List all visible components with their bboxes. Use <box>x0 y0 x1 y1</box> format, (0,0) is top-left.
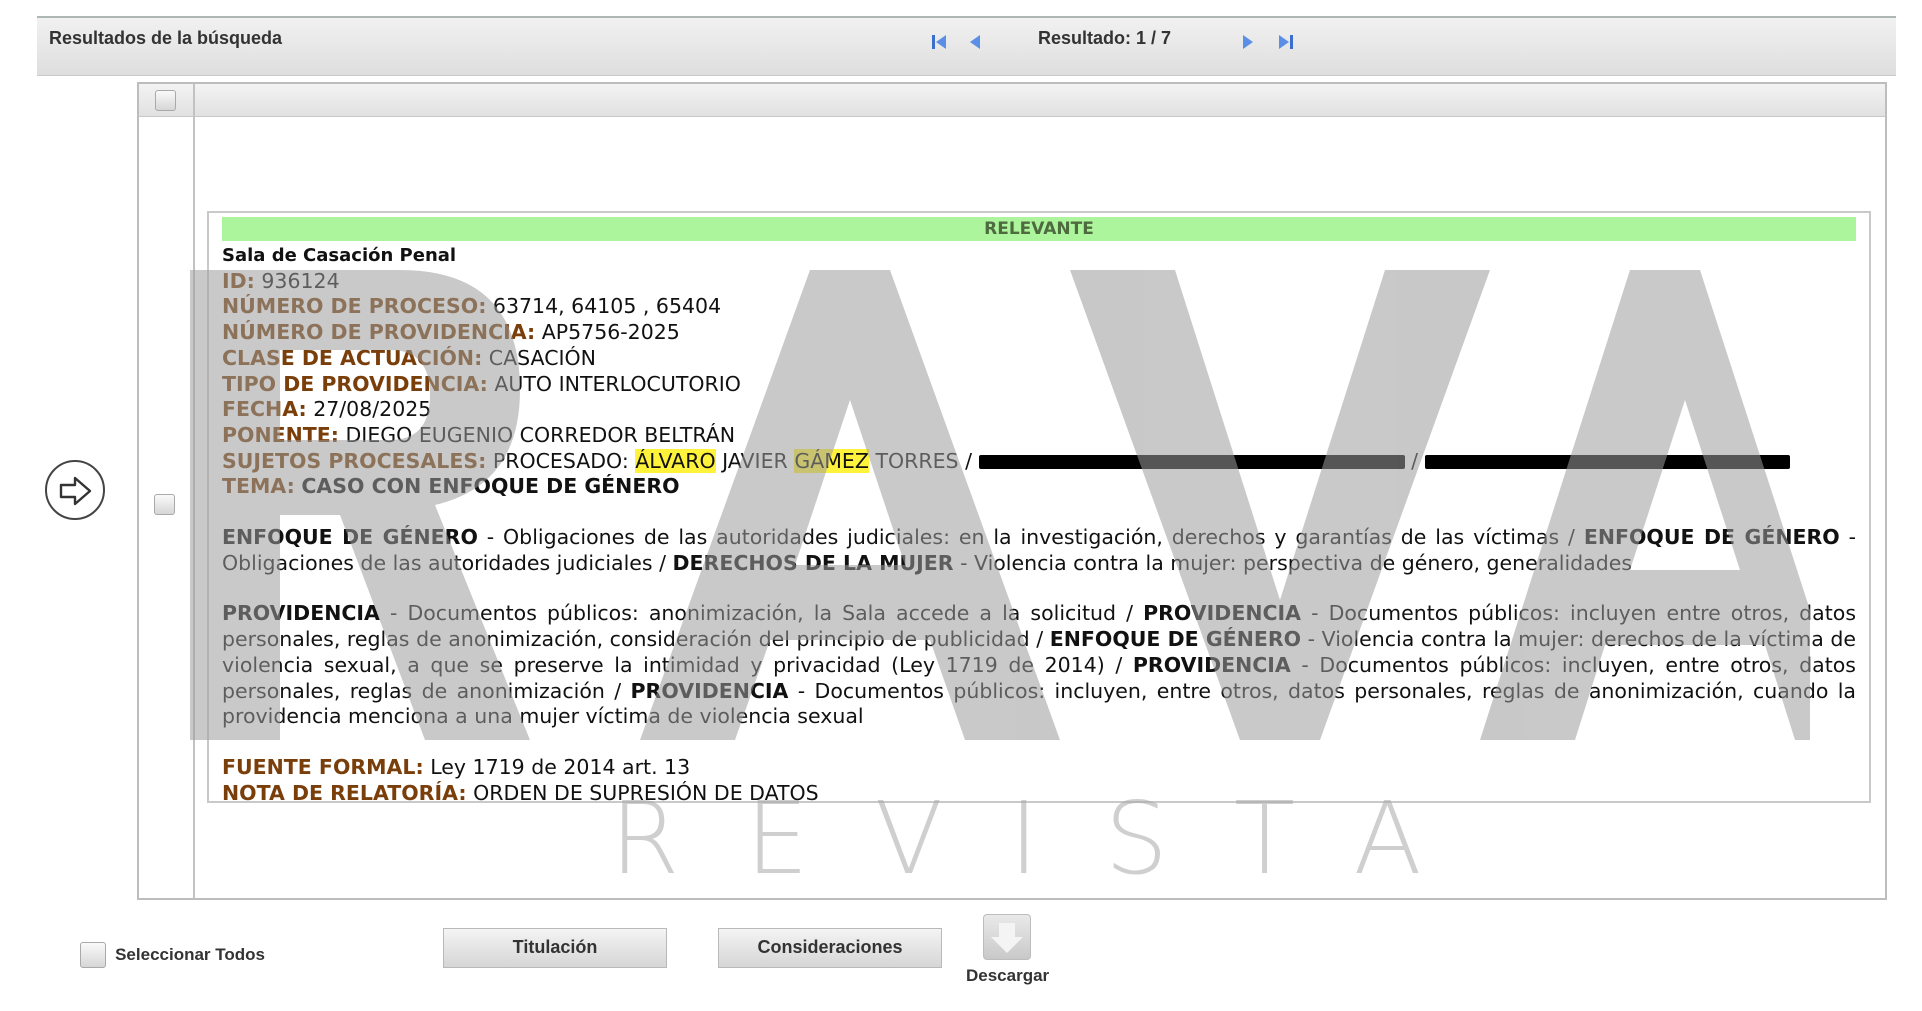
highlight-term: GÁMEZ <box>794 448 869 473</box>
field-clase: CLASE DE ACTUACIÓN: CASACIÓN <box>222 346 1856 372</box>
field-key: ID: <box>222 268 255 293</box>
descriptor-paragraph-2: PROVIDENCIA - Documentos públicos: anoni… <box>222 601 1856 730</box>
record-card: RELEVANTE Sala de Casación Penal ID: 936… <box>207 211 1871 806</box>
descriptor-title: PROVIDENCIA <box>1132 652 1291 677</box>
field-value: PROCESADO: <box>492 448 629 473</box>
last-result-button[interactable] <box>1274 30 1298 54</box>
field-key: TIPO DE PROVIDENCIA: <box>222 371 488 396</box>
page-title: Resultados de la búsqueda <box>49 28 283 48</box>
field-value: Ley 1719 de 2014 art. 13 <box>430 754 691 779</box>
select-all[interactable]: Seleccionar Todos <box>80 942 265 968</box>
field-fecha: FECHA: 27/08/2025 <box>222 397 1856 423</box>
field-sujetos: SUJETOS PROCESALES: PROCESADO: ÁLVARO JA… <box>222 448 1856 475</box>
field-nota: NOTA DE RELATORÍA: ORDEN DE SUPRESIÓN DE… <box>222 781 1856 807</box>
record-content: Sala de Casación Penal ID: 936124 NÚMERO… <box>222 243 1856 806</box>
field-key: CLASE DE ACTUACIÓN: <box>222 345 483 370</box>
field-fuente: FUENTE FORMAL: Ley 1719 de 2014 art. 13 <box>222 755 1856 781</box>
descriptor-title: ENFOQUE DE GÉNERO <box>1583 525 1840 550</box>
field-ponente: PONENTE: DIEGO EUGENIO CORREDOR BELTRÁN <box>222 423 1856 449</box>
descriptor-text: - Documentos públicos: anonimización, la… <box>379 601 1144 626</box>
table-header <box>139 84 1885 117</box>
field-value: CASO CON ENFOQUE DE GÉNERO <box>301 474 680 499</box>
first-icon <box>932 35 946 49</box>
download-label: Descargar <box>966 966 1050 985</box>
field-value: ORDEN DE SUPRESIÓN DE DATOS <box>473 780 819 805</box>
redacted-name <box>978 454 1405 469</box>
open-record-button[interactable] <box>45 460 105 520</box>
download-button[interactable] <box>983 914 1031 960</box>
next-icon <box>1243 35 1253 49</box>
descriptor-text: - Violencia contra la mujer: perspectiva… <box>953 550 1633 575</box>
field-providencia: NÚMERO DE PROVIDENCIA: AP5756-2025 <box>222 320 1856 346</box>
field-key: NOTA DE RELATORÍA: <box>222 780 467 805</box>
field-value: CASACIÓN <box>488 345 597 370</box>
select-all-checkbox[interactable] <box>80 942 106 968</box>
arrow-right-icon <box>59 476 92 506</box>
field-key: NÚMERO DE PROVIDENCIA: <box>222 320 536 345</box>
descriptor-title: ENFOQUE DE GÉNERO <box>1049 627 1302 652</box>
descriptor-title: PROVIDENCIA <box>1143 601 1302 626</box>
descriptor-title: ENFOQUE DE GÉNERO <box>222 525 478 550</box>
relevance-banner: RELEVANTE <box>222 217 1856 241</box>
download-icon <box>991 923 1023 953</box>
field-value: JAVIER <box>722 448 788 473</box>
redacted-name <box>1424 454 1790 469</box>
first-result-button[interactable] <box>927 30 951 54</box>
header-checkbox[interactable] <box>155 90 176 111</box>
prev-result-button[interactable] <box>963 30 987 54</box>
field-id: ID: 936124 <box>222 269 1856 295</box>
field-tema: TEMA: CASO CON ENFOQUE DE GÉNERO <box>222 474 1856 500</box>
select-all-label: Seleccionar Todos <box>115 945 265 964</box>
descriptor-title: DERECHOS DE LA MUJER <box>672 550 954 575</box>
prev-icon <box>970 35 980 49</box>
field-tipo: TIPO DE PROVIDENCIA: AUTO INTERLOCUTORIO <box>222 372 1856 398</box>
last-icon <box>1279 35 1293 49</box>
sala-name: Sala de Casación Penal <box>222 245 457 266</box>
field-key: FUENTE FORMAL: <box>222 754 424 779</box>
field-value: TORRES / <box>875 448 972 473</box>
field-key: SUJETOS PROCESALES: <box>222 448 487 473</box>
next-result-button[interactable] <box>1236 30 1260 54</box>
field-key: PONENTE: <box>222 422 339 447</box>
field-key: NÚMERO DE PROCESO: <box>222 294 487 319</box>
row-checkbox[interactable] <box>154 494 175 515</box>
highlight-term: ÁLVARO <box>635 448 716 473</box>
field-value: / <box>1411 448 1418 473</box>
field-proceso: NÚMERO DE PROCESO: 63714, 64105 , 65404 <box>222 294 1856 320</box>
field-value: AUTO INTERLOCUTORIO <box>494 371 741 396</box>
field-key: TEMA: <box>222 474 295 499</box>
column-divider <box>193 84 195 898</box>
field-value: AP5756-2025 <box>541 320 680 345</box>
result-counter: Resultado: 1 / 7 <box>1038 28 1172 48</box>
descriptor-title: PROVIDENCIA <box>222 601 380 626</box>
descriptor-paragraph-1: ENFOQUE DE GÉNERO - Obligaciones de las … <box>222 525 1856 576</box>
descriptor-title: PROVIDENCIA <box>630 678 789 703</box>
field-value: 936124 <box>261 268 340 293</box>
consideraciones-button[interactable]: Consideraciones <box>718 928 942 968</box>
field-key: FECHA: <box>222 397 307 422</box>
results-header: Resultados de la búsqueda Resultado: 1 /… <box>37 16 1896 76</box>
field-value: DIEGO EUGENIO CORREDOR BELTRÁN <box>345 422 736 447</box>
descriptor-text: - Obligaciones de las autoridades judici… <box>477 525 1584 550</box>
titulacion-button[interactable]: Titulación <box>443 928 667 968</box>
field-value: 63714, 64105 , 65404 <box>492 294 722 319</box>
field-value: 27/08/2025 <box>313 397 432 422</box>
